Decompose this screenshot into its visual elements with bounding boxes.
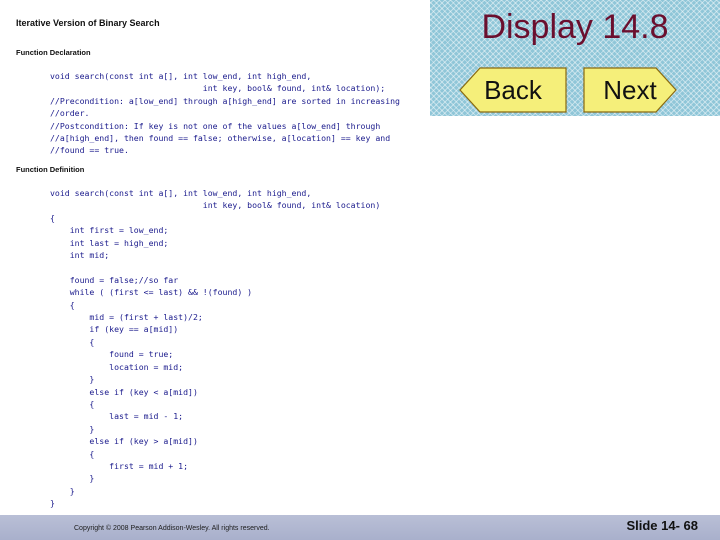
declaration-heading: Function Declaration bbox=[16, 48, 91, 57]
footer-bar: Copyright © 2008 Pearson Addison-Wesley.… bbox=[0, 515, 720, 540]
copyright-text: Copyright © 2008 Pearson Addison-Wesley.… bbox=[74, 525, 270, 532]
display-title: Display 14.8 bbox=[481, 8, 669, 46]
document-title: Iterative Version of Binary Search bbox=[16, 18, 160, 28]
back-label: Back bbox=[484, 75, 542, 105]
next-label: Next bbox=[603, 75, 657, 105]
next-button[interactable]: Next bbox=[582, 66, 678, 114]
definition-code: void search(const int a[], int low_end, … bbox=[50, 188, 381, 509]
definition-heading: Function Definition bbox=[16, 165, 85, 174]
back-button[interactable]: Back bbox=[458, 66, 568, 114]
declaration-code: void search(const int a[], int low_end, … bbox=[50, 71, 400, 156]
display-document: Iterative Version of Binary Search Funct… bbox=[0, 0, 430, 515]
slide-number: Slide 14- 68 bbox=[626, 518, 698, 533]
